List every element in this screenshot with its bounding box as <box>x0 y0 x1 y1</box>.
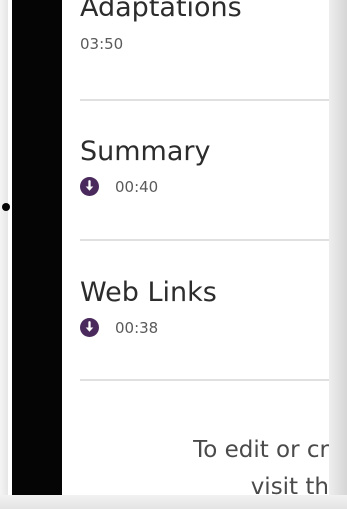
session-meta: 00:40 <box>80 177 329 196</box>
list-item[interactable]: Web Links 00:38 <box>80 279 329 337</box>
session-title: Adaptations <box>80 0 242 23</box>
session-title: Summary <box>80 136 211 167</box>
list-divider <box>80 99 329 101</box>
list-divider <box>80 239 329 241</box>
list-item[interactable]: Summary 00:40 <box>80 138 329 196</box>
session-list-screen: Adaptations 03:50 Summary 00:40 Web Link… <box>62 0 329 495</box>
session-duration: 03:50 <box>80 35 124 53</box>
footer-text-line-1: To edit or cr <box>193 437 329 463</box>
list-divider <box>80 379 329 381</box>
bezel-edge <box>0 0 8 509</box>
session-meta: 00:38 <box>80 318 329 337</box>
session-duration: 00:40 <box>115 177 159 196</box>
download-icon[interactable] <box>80 177 99 196</box>
session-title: Web Links <box>80 277 217 308</box>
device-screenshot: Adaptations 03:50 Summary 00:40 Web Link… <box>0 0 347 509</box>
download-icon[interactable] <box>80 318 99 337</box>
list-item[interactable]: Adaptations 03:50 <box>80 0 329 53</box>
bezel-edge-right <box>329 0 347 509</box>
device-bezel <box>12 0 62 509</box>
device-dot <box>2 203 10 211</box>
session-meta: 03:50 <box>80 35 329 53</box>
session-duration: 00:38 <box>115 318 159 337</box>
bezel-edge-bottom <box>0 495 347 509</box>
footer-text-line-2: visit th <box>250 474 329 495</box>
